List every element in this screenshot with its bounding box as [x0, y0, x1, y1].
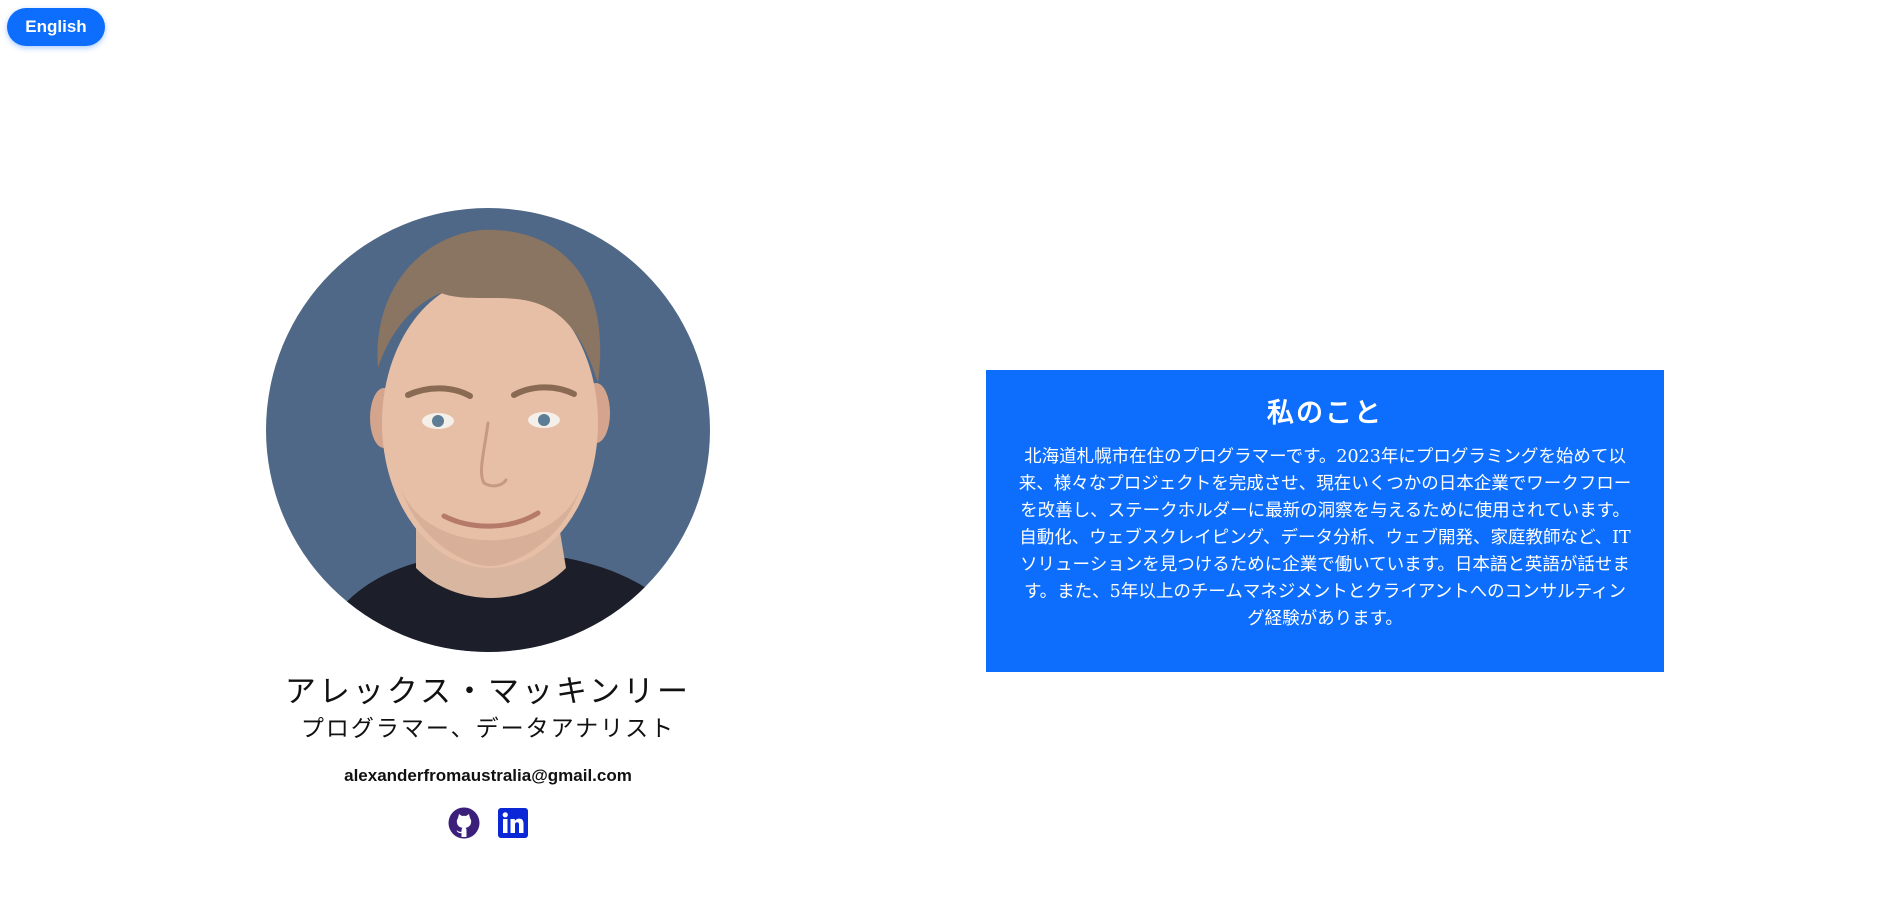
page: English アレックス・マッキンリー プログラマー、データアナリスト ale…	[0, 0, 1896, 917]
language-toggle-button[interactable]: English	[7, 8, 105, 46]
linkedin-icon	[497, 808, 528, 838]
about-title: 私のこと	[1267, 398, 1383, 429]
about-text: 北海道札幌市在住のプログラマーです。2023年にプログラミングを始めて以来、様々…	[1018, 447, 1632, 629]
linkedin-link[interactable]	[497, 807, 529, 839]
social-links	[240, 807, 736, 839]
profile-photo-illustration	[266, 208, 710, 652]
profile-email[interactable]: alexanderfromaustralia@gmail.com	[240, 765, 736, 787]
github-icon	[448, 807, 479, 839]
profile-role: プログラマー、データアナリスト	[300, 716, 676, 742]
github-link[interactable]	[448, 807, 480, 839]
profile-name: アレックス・マッキンリー	[284, 674, 692, 710]
profile-photo	[266, 208, 710, 652]
about-section: 私のこと 北海道札幌市在住のプログラマーです。2023年にプログラミングを始めて…	[986, 370, 1664, 672]
profile-card: アレックス・マッキンリー プログラマー、データアナリスト alexanderfr…	[240, 208, 736, 839]
